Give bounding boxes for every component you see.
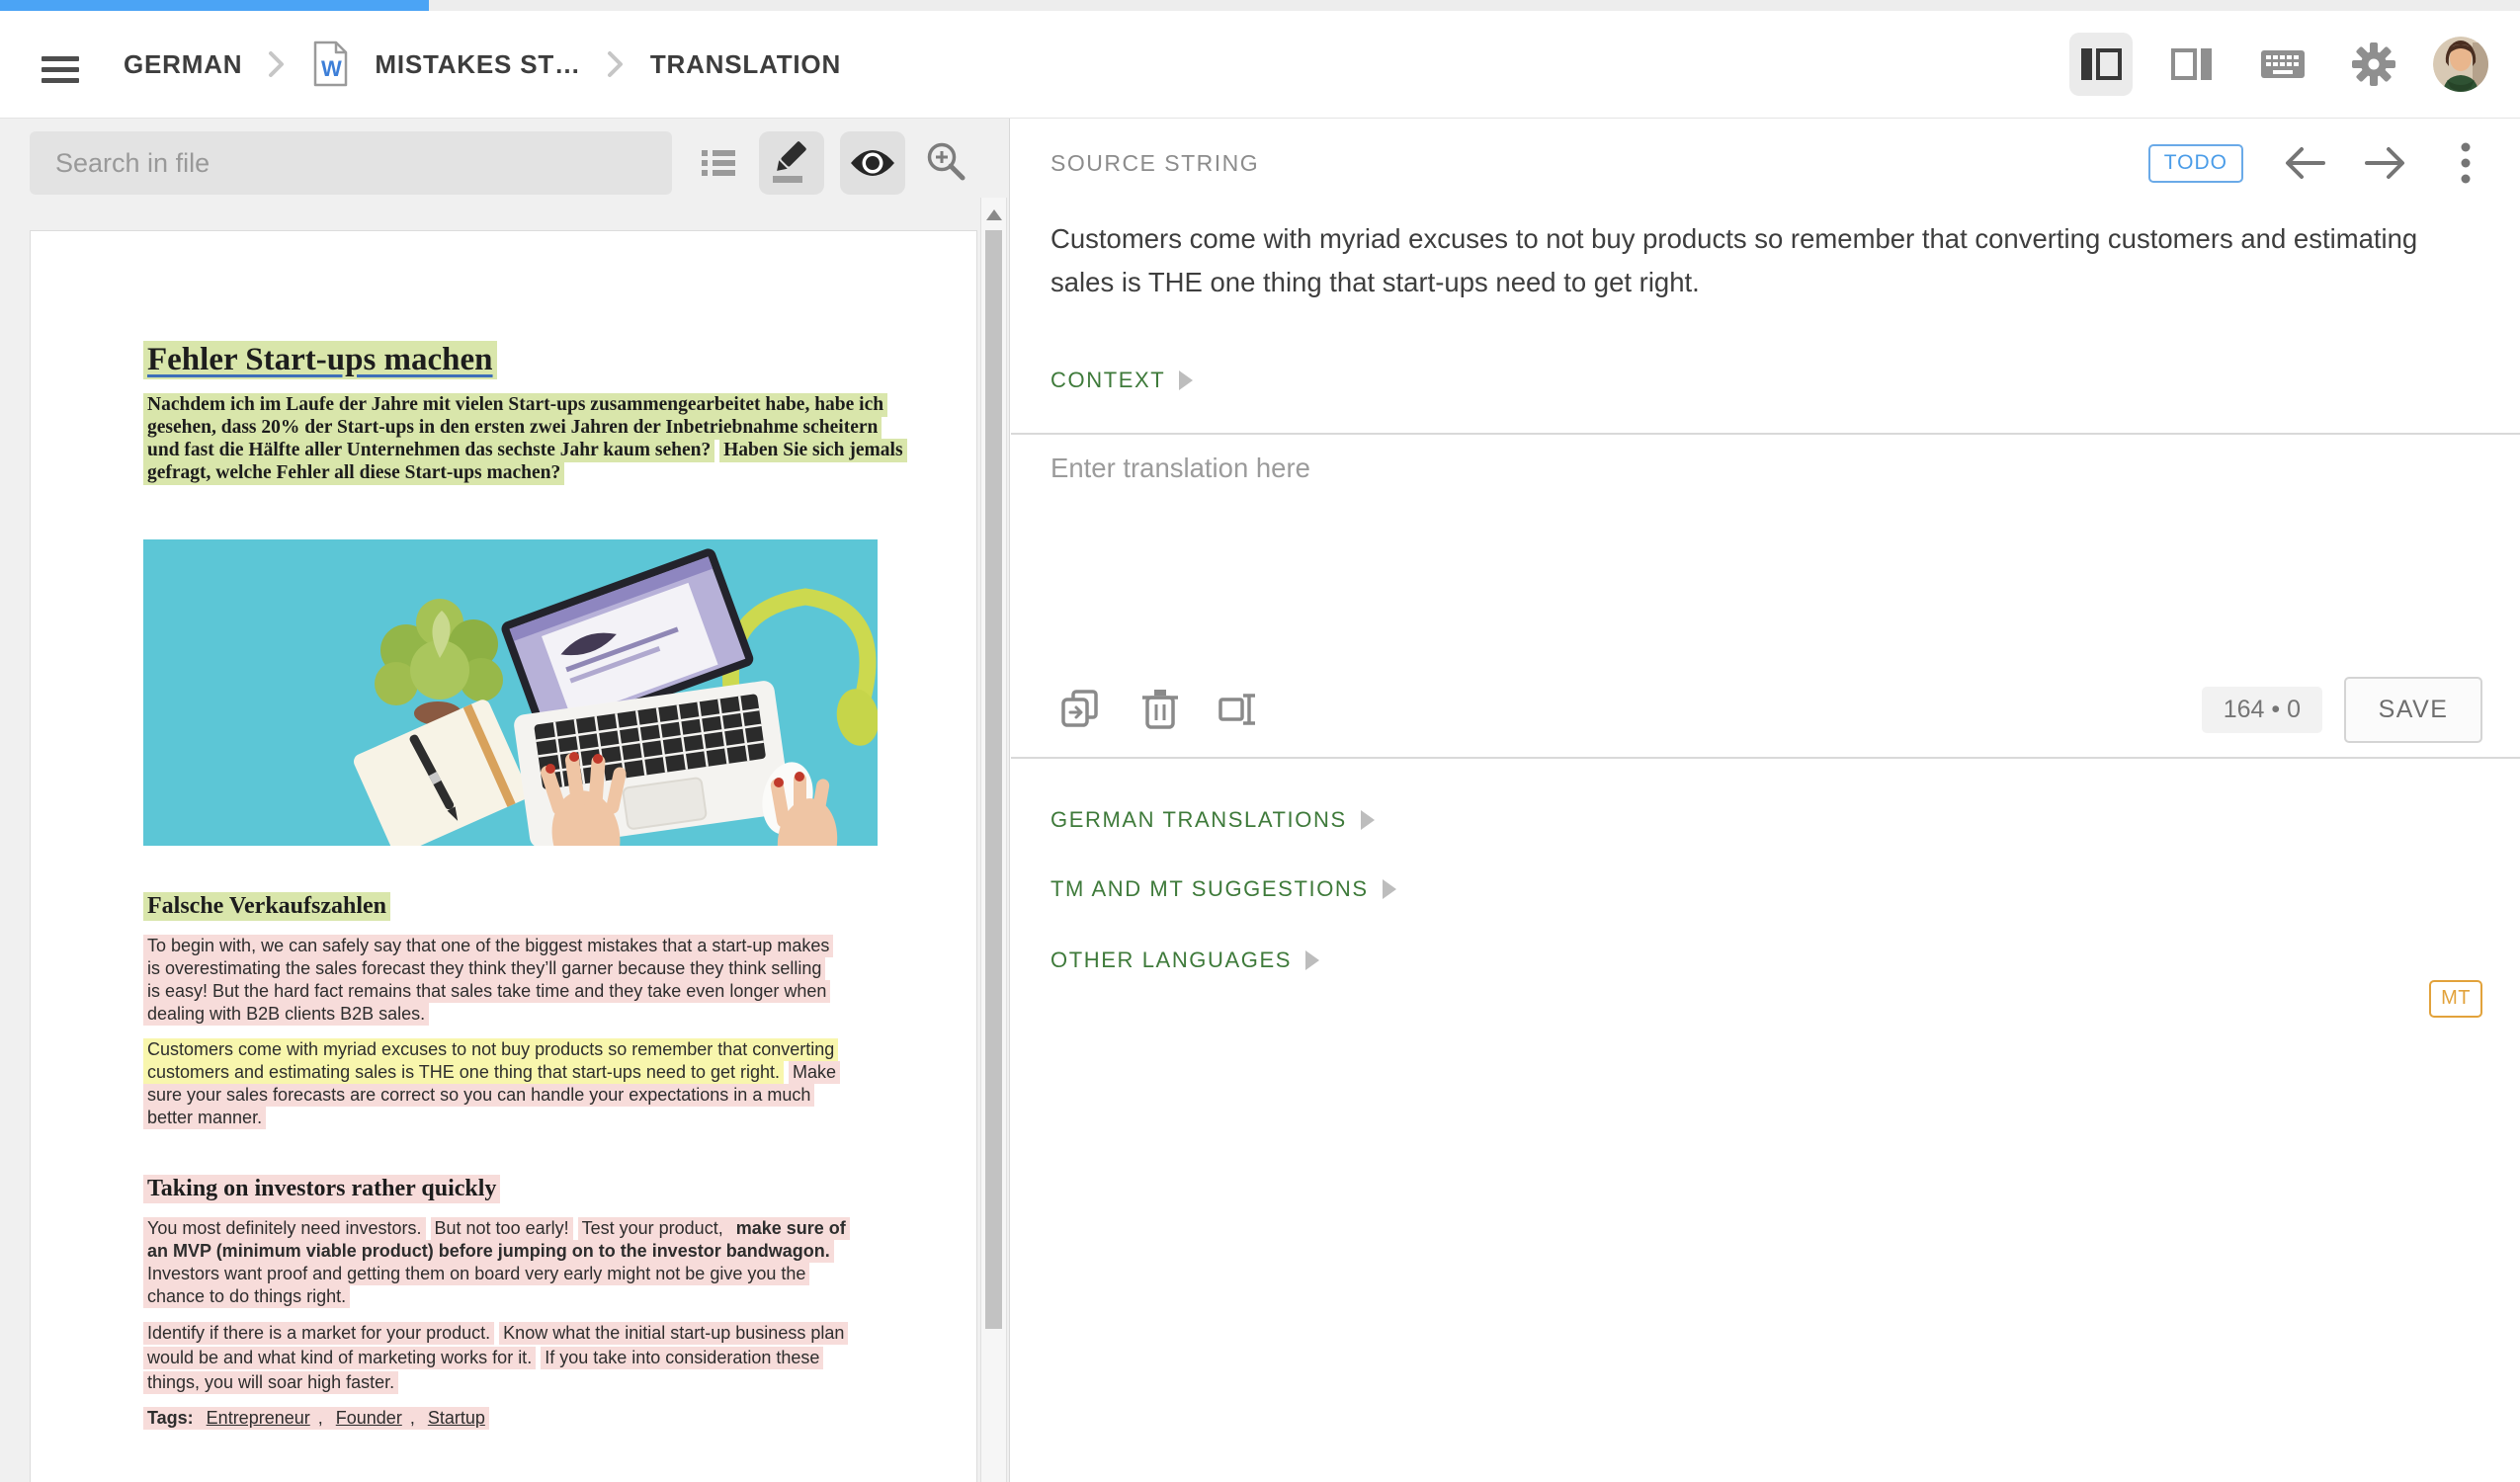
document-paragraph: You most definitely need investors. But …: [143, 1217, 907, 1308]
document-paragraph: Customers come with myriad excuses to no…: [143, 1038, 907, 1129]
status-badge: TODO: [2148, 144, 2243, 183]
source-string-label: SOURCE STRING: [1050, 150, 1259, 177]
chevron-right-icon: [607, 50, 625, 78]
keyboard-shortcuts-icon[interactable]: [2251, 33, 2314, 96]
context-expander[interactable]: CONTEXT: [1050, 368, 1193, 393]
breadcrumb-mode[interactable]: TRANSLATION: [650, 49, 841, 80]
preview-eye-button[interactable]: [840, 131, 905, 195]
tag-link-entrepreneur[interactable]: Entrepreneur: [203, 1407, 314, 1430]
tag-link-founder[interactable]: Founder: [332, 1407, 406, 1430]
tm-mt-suggestions-expander[interactable]: TM AND MT SUGGESTIONS: [1050, 876, 1396, 902]
copy-source-button[interactable]: [1050, 682, 1112, 737]
file-progress-bar: [0, 0, 2520, 11]
svg-text:W: W: [321, 56, 342, 81]
divider: [1011, 757, 2520, 759]
settings-gear-icon[interactable]: [2342, 33, 2405, 96]
document-paragraph: Identify if there is a market for your p…: [143, 1321, 907, 1395]
document-paragraph: Nachdem ich im Laufe der Jahre mit viele…: [143, 393, 907, 484]
previous-string-button[interactable]: [2281, 143, 2330, 183]
breadcrumb: GERMAN W MISTAKES ST… TRANSLATION: [124, 11, 841, 118]
chevron-right-icon: [268, 50, 286, 78]
zoom-in-icon[interactable]: [923, 138, 970, 191]
scroll-up-arrow[interactable]: [986, 209, 1002, 220]
divider: [1011, 433, 2520, 435]
german-translations-expander[interactable]: GERMAN TRANSLATIONS: [1050, 807, 1375, 833]
more-options-icon[interactable]: [2451, 143, 2480, 183]
expand-triangle-icon: [1305, 950, 1319, 970]
search-in-file: [30, 131, 672, 195]
source-string-text: Customers come with myriad excuses to no…: [1050, 217, 2483, 304]
expand-triangle-icon: [1383, 879, 1396, 899]
translation-panel: SOURCE STRING TODO Customers come with m…: [1011, 119, 2520, 1482]
document-heading: Taking on investors rather quickly: [143, 1176, 907, 1202]
menu-icon[interactable]: [40, 48, 83, 92]
desk-photo: [143, 539, 878, 846]
search-input[interactable]: [30, 131, 672, 195]
edit-mode-button[interactable]: [759, 131, 824, 195]
layout-left-panel-button[interactable]: [2069, 33, 2133, 96]
word-document-icon: W: [311, 41, 349, 88]
save-button[interactable]: SAVE: [2344, 677, 2482, 743]
document-heading: Falsche Verkaufszahlen: [143, 893, 907, 920]
context-label: CONTEXT: [1050, 368, 1165, 393]
expand-triangle-icon: [1361, 810, 1375, 830]
document-tags: Tags: Entrepreneur, Founder, Startup: [143, 1408, 907, 1429]
section-label: OTHER LANGUAGES: [1050, 947, 1292, 973]
document-paragraph: To begin with, we can safely say that on…: [143, 935, 907, 1026]
section-label: TM AND MT SUGGESTIONS: [1050, 876, 1369, 902]
desk-photo-illustration: [143, 539, 878, 846]
document-content: Fehler Start-ups machen Nachdem ich im La…: [31, 231, 976, 1429]
document-scrollbar[interactable]: [980, 198, 1007, 1482]
document-page: Fehler Start-ups machen Nachdem ich im La…: [30, 230, 977, 1482]
progress-fill: [0, 0, 429, 11]
expand-triangle-icon: [1179, 370, 1193, 390]
translation-input-area: [1050, 453, 2493, 660]
select-text-button[interactable]: [1209, 682, 1270, 737]
section-label: GERMAN TRANSLATIONS: [1050, 807, 1347, 833]
strings-list-icon[interactable]: [698, 142, 739, 189]
breadcrumb-language[interactable]: GERMAN: [124, 49, 242, 80]
translation-textarea[interactable]: [1050, 453, 2493, 660]
mt-badge: MT: [2429, 980, 2482, 1018]
tag-link-startup[interactable]: Startup: [424, 1407, 489, 1430]
user-avatar[interactable]: [2433, 37, 2488, 92]
char-counter: 164 • 0: [2202, 687, 2322, 733]
layout-right-panel-button[interactable]: [2160, 33, 2224, 96]
top-bar: GERMAN W MISTAKES ST… TRANSLATION: [0, 11, 2520, 119]
scrollbar-thumb[interactable]: [985, 230, 1002, 1329]
file-preview-panel: Fehler Start-ups machen Nachdem ich im La…: [0, 119, 1010, 1482]
document-heading: Fehler Start-ups machen: [143, 342, 907, 378]
other-languages-expander[interactable]: OTHER LANGUAGES: [1050, 947, 1319, 973]
clear-translation-button[interactable]: [1130, 682, 1191, 737]
breadcrumb-file[interactable]: MISTAKES ST…: [375, 49, 580, 80]
next-string-button[interactable]: [2360, 143, 2409, 183]
